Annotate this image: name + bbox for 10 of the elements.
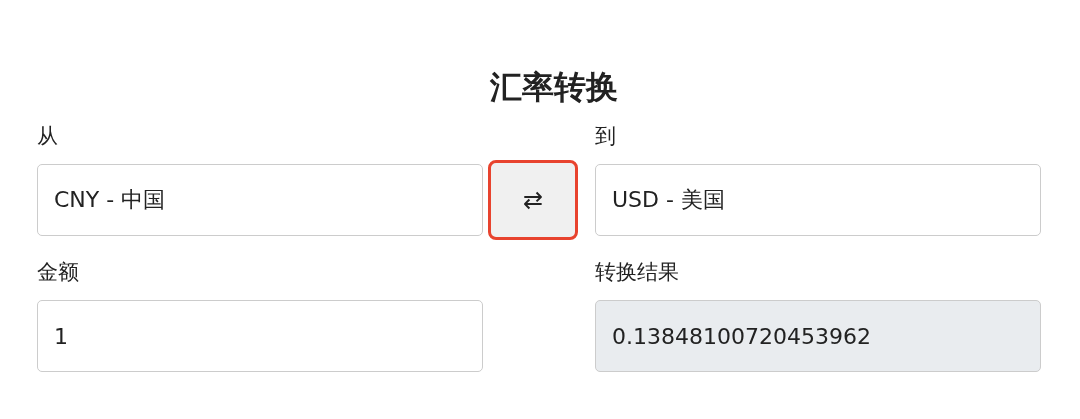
field-label: 从 [37,123,59,150]
field-label: 转换结果 [595,259,680,286]
field-label: 到 [595,123,617,150]
page-title: 汇率转换 [488,67,619,108]
currency-field[interactable]: CNY - 中国 [37,164,483,236]
currency-field[interactable]: USD - 美国 [595,164,1041,236]
swap-button[interactable]: ⇄ [488,160,578,240]
field-label: 金额 [37,259,80,286]
result-field[interactable]: 0.13848100720453962 [595,300,1041,372]
amount-field[interactable]: 1 [37,300,483,372]
